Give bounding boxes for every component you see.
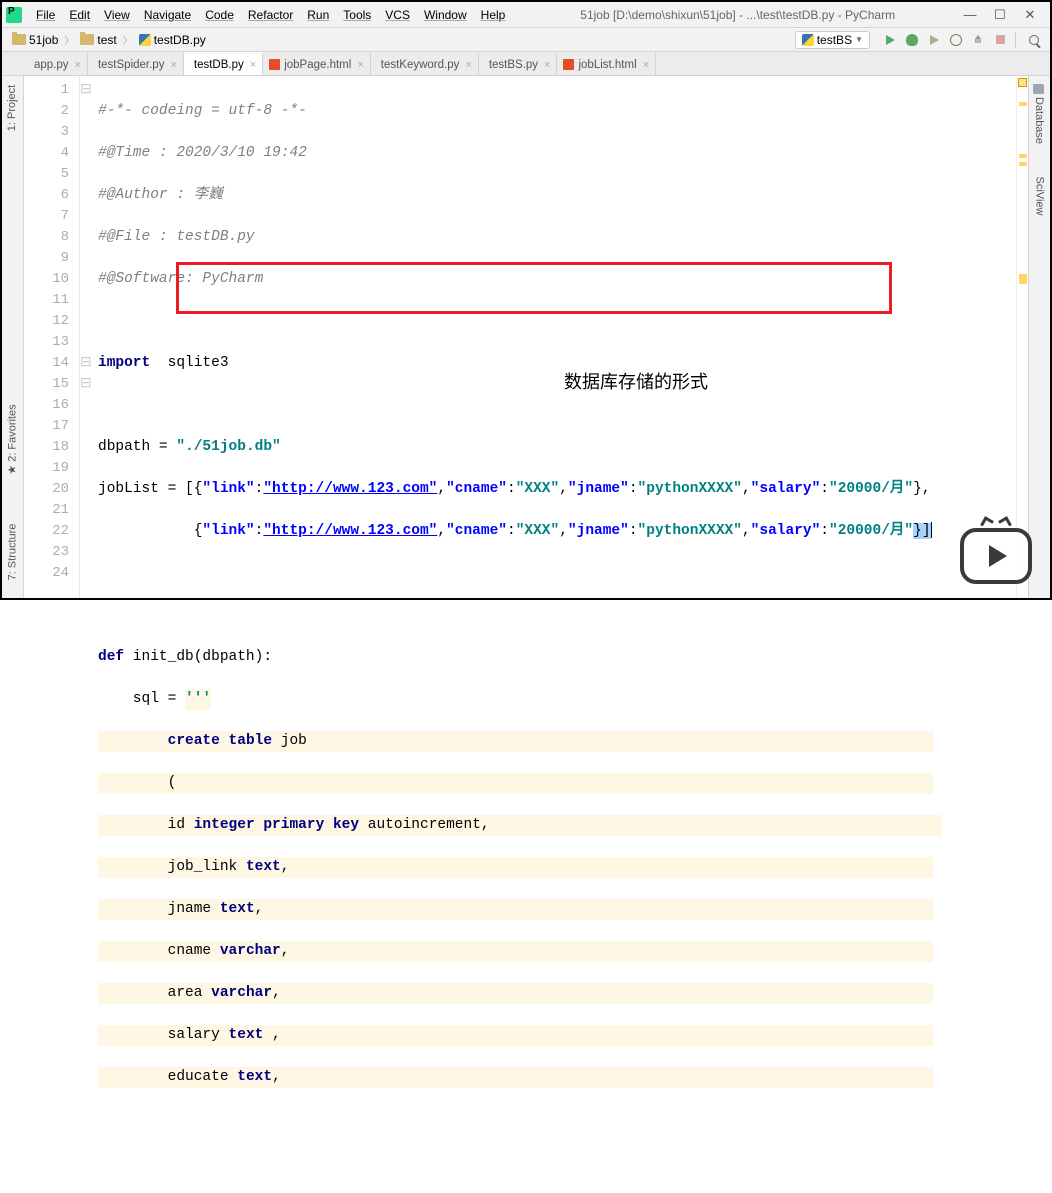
code-area[interactable]: #-*- codeing = utf-8 -*- #@Time : 2020/3… [94,76,1016,598]
close-button[interactable]: ✕ [1024,9,1036,21]
video-watermark [960,528,1032,584]
folder-icon [80,34,94,45]
breadcrumb-file[interactable]: testDB.py [135,32,210,48]
run-coverage-button[interactable] [925,31,943,49]
concurrency-button[interactable]: ⋔ [969,31,987,49]
breadcrumb-sep: 〉 [123,32,133,47]
toolbar: 51job 〉 test 〉 testDB.py testBS ▼ ⋔ [2,28,1050,52]
folder-icon [12,34,26,45]
menu-edit[interactable]: Edit [63,6,96,24]
breadcrumb-project[interactable]: 51job [8,32,62,48]
stop-icon [996,35,1005,44]
window-title: 51job [D:\demo\shixun\51job] - ...\test\… [511,8,964,22]
left-tool-strip: 1: Project ★2: Favorites 7: Structure [2,76,24,598]
python-icon [139,34,151,46]
tab-label: testSpider.py [98,59,164,71]
chevron-down-icon: ▼ [855,35,863,44]
menubar: File Edit View Navigate Code Refactor Ru… [30,6,511,24]
line-numbers: 123456789101112131415161718192021222324 [24,76,80,598]
concurrency-icon: ⋔ [973,33,982,46]
run-button[interactable] [881,31,899,49]
menu-help[interactable]: Help [475,6,512,24]
search-icon [1029,35,1039,45]
tool-database[interactable]: Database [1034,84,1046,144]
close-icon[interactable]: × [250,59,256,71]
run-config-selector[interactable]: testBS ▼ [795,31,870,49]
tab-label: jobPage.html [284,59,351,71]
editor-tab[interactable]: testDB.py × [184,52,263,75]
run-config-name: testBS [817,33,852,47]
bug-icon [906,34,918,46]
menu-tools[interactable]: Tools [337,6,377,24]
tool-project[interactable]: 1: Project [7,85,19,131]
editor-tab[interactable]: jobPage.html × [263,52,371,75]
editor-tab[interactable]: jobList.html × [557,52,656,75]
error-stripe[interactable] [1016,76,1028,598]
app-icon [6,7,22,23]
minimize-button[interactable]: — [964,9,976,21]
python-icon [802,34,814,46]
editor-tab[interactable]: testSpider.py × [88,52,184,75]
play-icon [886,35,895,45]
menu-view[interactable]: View [98,6,136,24]
tool-sciview[interactable]: SciView [1034,177,1046,216]
editor[interactable]: 123456789101112131415161718192021222324 … [24,76,1028,598]
menu-code[interactable]: Code [199,6,240,24]
close-icon[interactable]: × [170,59,176,71]
tab-label: app.py [34,59,69,71]
tool-structure[interactable]: 7: Structure [7,524,19,581]
html-icon [269,59,280,70]
close-icon[interactable]: × [75,59,81,71]
database-icon [1034,84,1045,94]
warning-marker[interactable] [1019,274,1027,284]
close-icon[interactable]: × [643,59,649,71]
tool-favorites[interactable]: ★2: Favorites [6,404,19,474]
inspection-indicator[interactable] [1018,78,1027,87]
menu-window[interactable]: Window [418,6,473,24]
editor-tab[interactable]: testKeyword.py × [371,52,479,75]
editor-tab[interactable]: testBS.py × [479,52,558,75]
play-icon [989,545,1007,567]
editor-tabs: app.py×testSpider.py×testDB.py×jobPage.h… [2,52,1050,76]
warning-marker[interactable] [1019,102,1027,106]
play-icon [930,35,939,45]
close-icon[interactable]: × [544,59,550,71]
menu-run[interactable]: Run [301,6,335,24]
right-tool-strip: Database SciView [1028,76,1050,598]
tab-label: jobList.html [578,59,636,71]
menu-navigate[interactable]: Navigate [138,6,197,24]
warning-marker[interactable] [1019,162,1027,166]
search-everywhere-button[interactable] [1025,31,1043,49]
stop-button[interactable] [991,31,1009,49]
menu-vcs[interactable]: VCS [379,6,416,24]
menu-refactor[interactable]: Refactor [242,6,299,24]
annotation-text: 数据库存储的形式 [564,372,708,393]
html-icon [563,59,574,70]
tab-label: testKeyword.py [381,59,460,71]
debug-button[interactable] [903,31,921,49]
titlebar: File Edit View Navigate Code Refactor Ru… [2,2,1050,28]
tab-label: testDB.py [194,59,244,71]
close-icon[interactable]: × [465,59,471,71]
editor-tab[interactable]: app.py × [24,52,88,75]
gear-icon [950,34,962,46]
gutter-marks: ⊟ ⊟⊟ [80,76,94,598]
tab-label: testBS.py [489,59,538,71]
maximize-button[interactable]: ☐ [994,9,1006,21]
breadcrumb-folder[interactable]: test [76,32,120,48]
menu-file[interactable]: File [30,6,61,24]
breadcrumb-sep: 〉 [64,32,74,47]
close-icon[interactable]: × [357,59,363,71]
profile-button[interactable] [947,31,965,49]
warning-marker[interactable] [1019,154,1027,158]
text-cursor [931,522,932,538]
